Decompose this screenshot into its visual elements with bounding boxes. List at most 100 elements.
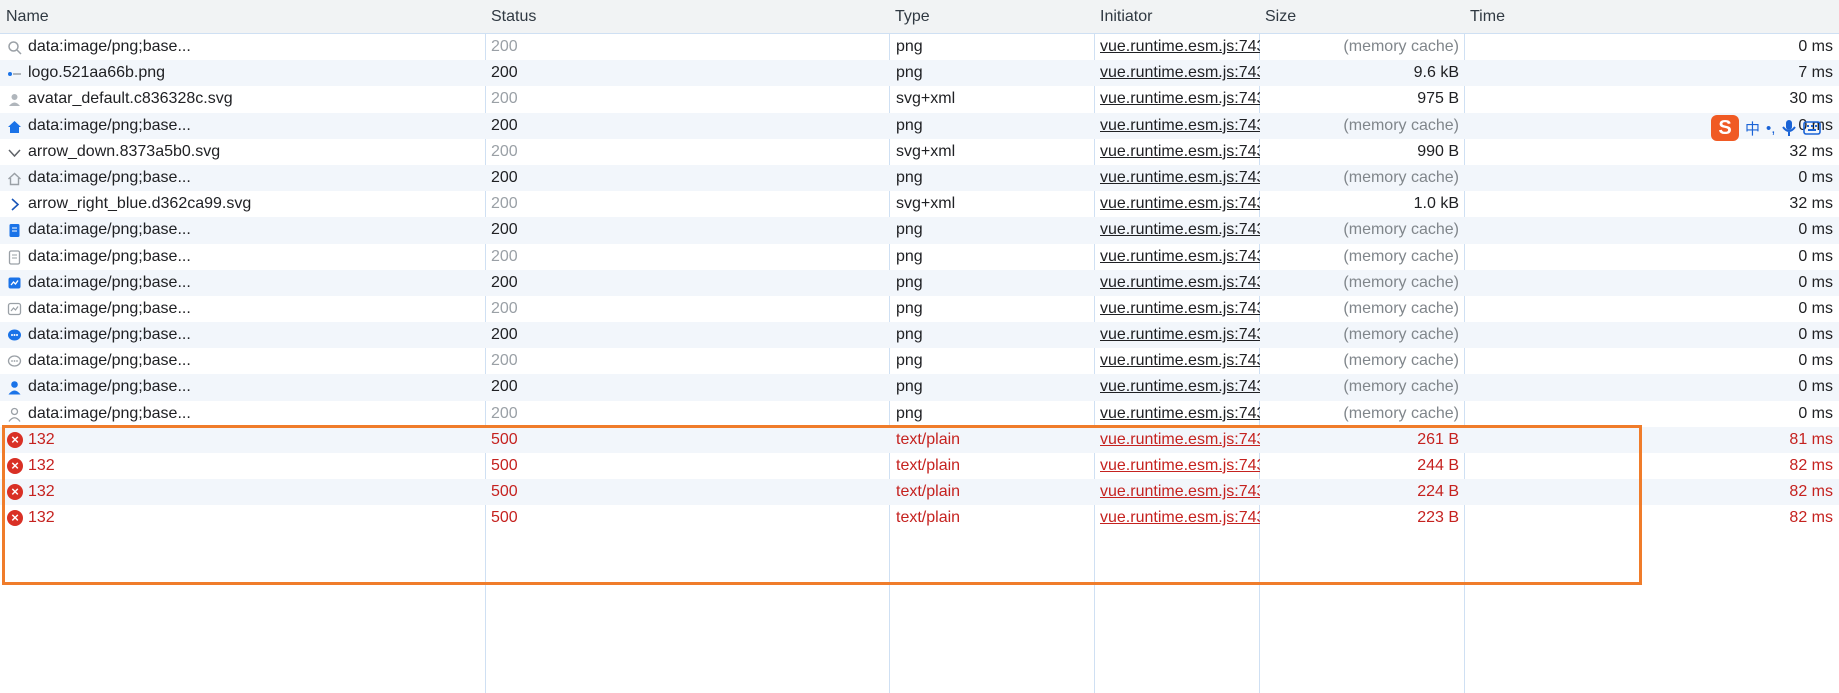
request-status: 200 (491, 168, 518, 186)
request-initiator-link[interactable]: vue.runtime.esm.js:743 (1100, 348, 1260, 374)
keyboard-icon[interactable] (1803, 121, 1822, 135)
request-initiator-link[interactable]: vue.runtime.esm.js:743 (1100, 270, 1260, 296)
request-name[interactable]: arrow_right_blue.d362ca99.svg (6, 191, 506, 217)
request-initiator-link[interactable]: vue.runtime.esm.js:743 (1100, 401, 1260, 427)
request-initiator-link[interactable]: vue.runtime.esm.js:743 (1100, 113, 1260, 139)
request-initiator-link[interactable]: vue.runtime.esm.js:743 (1100, 296, 1260, 322)
request-name[interactable]: data:image/png;base... (6, 348, 506, 374)
request-type: svg+xml (896, 142, 956, 160)
request-time: 0 ms (1798, 326, 1833, 344)
table-row-error[interactable]: × 132 500 text/plain vue.runtime.esm.js:743 2… (0, 505, 1839, 531)
request-name[interactable]: 132 (6, 427, 506, 453)
table-row[interactable]: data:image/png;base... 200 png vue.runtime.… (0, 112, 1839, 139)
request-name[interactable]: data:image/png;base... (6, 217, 506, 243)
table-header: Name Status Type Initiator Size Time (0, 0, 1839, 34)
request-status: 200 (491, 221, 518, 239)
request-name[interactable]: data:image/png;base... (6, 244, 506, 270)
request-list: data:image/png;base... 200 png vue.runtime.… (0, 34, 1839, 532)
request-name[interactable]: data:image/png;base... (6, 165, 506, 191)
request-initiator-link[interactable]: vue.runtime.esm.js:743 (1100, 60, 1260, 86)
ime-language-toggle[interactable]: 中 (1745, 118, 1760, 139)
request-time: 0 ms (1798, 221, 1833, 239)
request-size: 9.6 kB (1413, 64, 1459, 82)
request-initiator-link[interactable]: vue.runtime.esm.js:743 (1100, 217, 1260, 243)
request-status: 500 (491, 483, 518, 501)
table-row[interactable]: logo.521aa66b.png 200 png vue.runtime.esm.j… (0, 60, 1839, 87)
table-row[interactable]: data:image/png;base... 200 png vue.runtime.… (0, 269, 1839, 296)
request-name[interactable]: data:image/png;base... (6, 322, 506, 348)
table-row[interactable]: data:image/png;base... 200 png vue.runtime.… (0, 374, 1839, 401)
request-type: png (896, 352, 923, 370)
table-row[interactable]: data:image/png;base... 200 png vue.runtime.… (0, 34, 1839, 60)
table-row-error[interactable]: × 132 500 text/plain vue.runtime.esm.js:743 2… (0, 426, 1839, 453)
request-time: 7 ms (1798, 64, 1833, 82)
request-name[interactable]: 132 (6, 505, 506, 531)
table-row[interactable]: data:image/png;base... 200 png vue.runtime.… (0, 217, 1839, 244)
request-initiator-link[interactable]: vue.runtime.esm.js:743 (1100, 374, 1260, 400)
ime-logo-icon[interactable]: S (1711, 115, 1739, 141)
request-size: 261 B (1417, 430, 1459, 448)
table-row[interactable]: data:image/png;base... 200 png vue.runtime.… (0, 296, 1839, 322)
request-time: 81 ms (1789, 430, 1833, 448)
table-row-error[interactable]: × 132 500 text/plain vue.runtime.esm.js:743 2… (0, 453, 1839, 479)
request-name[interactable]: arrow_down.8373a5b0.svg (6, 139, 506, 165)
request-initiator-link[interactable]: vue.runtime.esm.js:743 (1100, 505, 1260, 531)
request-initiator-link[interactable]: vue.runtime.esm.js:743 (1100, 165, 1260, 191)
request-name[interactable]: data:image/png;base... (6, 401, 506, 427)
request-initiator-link[interactable]: vue.runtime.esm.js:743 (1100, 244, 1260, 270)
request-status: 200 (491, 247, 518, 265)
ime-punctuation-toggle[interactable]: •, (1766, 120, 1775, 137)
request-status: 200 (491, 352, 518, 370)
request-initiator-link[interactable]: vue.runtime.esm.js:743 (1100, 453, 1260, 479)
ime-toolbar: S 中 •, (1711, 113, 1822, 143)
request-time: 82 ms (1789, 509, 1833, 527)
table-row[interactable]: data:image/png;base... 200 png vue.runtime.… (0, 401, 1839, 427)
microphone-icon[interactable] (1781, 119, 1797, 137)
column-header-name[interactable]: Name (0, 0, 49, 34)
request-status: 200 (491, 64, 518, 82)
table-row[interactable]: arrow_down.8373a5b0.svg 200 svg+xml vue.run… (0, 139, 1839, 165)
column-header-type[interactable]: Type (889, 0, 930, 34)
request-type: png (896, 404, 923, 422)
request-size: (memory cache) (1343, 168, 1459, 186)
request-time: 0 ms (1798, 378, 1833, 396)
request-status: 200 (491, 378, 518, 396)
request-status: 200 (491, 299, 518, 317)
column-header-size[interactable]: Size (1259, 0, 1296, 34)
column-header-status[interactable]: Status (485, 0, 536, 34)
request-name[interactable]: data:image/png;base... (6, 113, 506, 139)
request-name[interactable]: avatar_default.c836328c.svg (6, 86, 506, 112)
table-row[interactable]: data:image/png;base... 200 png vue.runtime.… (0, 348, 1839, 374)
table-row-error[interactable]: × 132 500 text/plain vue.runtime.esm.js:743 2… (0, 479, 1839, 506)
request-size: 224 B (1417, 483, 1459, 501)
request-initiator-link[interactable]: vue.runtime.esm.js:743 (1100, 139, 1260, 165)
request-type: text/plain (896, 457, 961, 474)
table-row[interactable]: arrow_right_blue.d362ca99.svg 200 svg+xml v… (0, 191, 1839, 217)
table-row[interactable]: data:image/png;base... 200 png vue.runtime.… (0, 164, 1839, 192)
request-initiator-link[interactable]: vue.runtime.esm.js:743 (1100, 427, 1260, 453)
request-name[interactable]: 132 (6, 453, 506, 479)
column-header-initiator[interactable]: Initiator (1094, 0, 1152, 34)
column-header-time[interactable]: Time (1464, 0, 1505, 34)
request-initiator-link[interactable]: vue.runtime.esm.js:743 (1100, 322, 1260, 348)
request-name[interactable]: 132 (6, 479, 506, 505)
request-size: 1.0 kB (1413, 195, 1459, 213)
table-row[interactable]: avatar_default.c836328c.svg 200 svg+xml vue… (0, 86, 1839, 112)
table-row[interactable]: data:image/png;base... 200 png vue.runtime.… (0, 322, 1839, 349)
request-name[interactable]: data:image/png;base... (6, 34, 506, 60)
request-size: (memory cache) (1343, 299, 1459, 317)
request-initiator-link[interactable]: vue.runtime.esm.js:743 (1100, 479, 1260, 505)
request-name[interactable]: data:image/png;base... (6, 270, 506, 296)
request-name[interactable]: data:image/png;base... (6, 296, 506, 322)
request-initiator-link[interactable]: vue.runtime.esm.js:743 (1100, 86, 1260, 112)
request-initiator-link[interactable]: vue.runtime.esm.js:743 (1100, 34, 1260, 60)
request-status: 500 (491, 457, 518, 474)
request-size: (memory cache) (1343, 378, 1459, 396)
request-time: 0 ms (1798, 168, 1833, 186)
table-row[interactable]: data:image/png;base... 200 png vue.runtime.… (0, 244, 1839, 270)
request-size: 223 B (1417, 509, 1459, 527)
request-initiator-link[interactable]: vue.runtime.esm.js:743 (1100, 191, 1260, 217)
request-name[interactable]: data:image/png;base... (6, 374, 506, 400)
request-status: 200 (491, 38, 518, 55)
request-name[interactable]: logo.521aa66b.png (6, 60, 506, 86)
